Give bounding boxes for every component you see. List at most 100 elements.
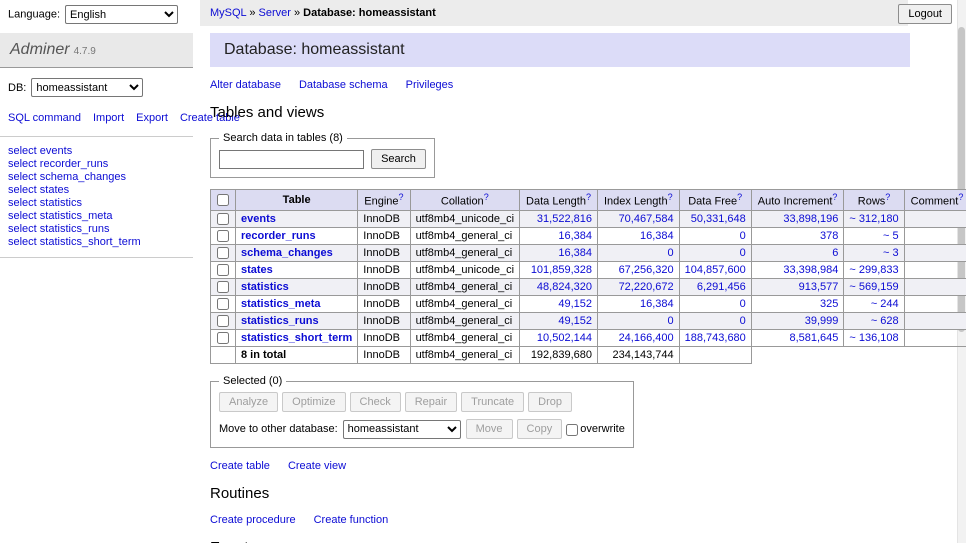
row-checkbox[interactable] [217,281,229,293]
index-length-link[interactable]: 0 [668,247,674,259]
create-table-link[interactable]: Create table [210,460,270,472]
data-free-link[interactable]: 0 [740,247,746,259]
check-all-checkbox[interactable] [217,194,229,206]
data-free-link[interactable]: 0 [740,230,746,242]
data-length-link[interactable]: 31,522,816 [537,213,592,225]
help-link[interactable]: ? [484,192,489,202]
table-name-link[interactable]: schema_changes [241,247,333,259]
sidebar-table-link[interactable]: select statistics_short_term [8,236,185,249]
index-length-link[interactable]: 16,384 [640,230,674,242]
breadcrumb-link-server[interactable]: Server [259,7,291,19]
table-name-link[interactable]: events [241,213,276,225]
language-select[interactable]: English [65,5,178,24]
data-free-link[interactable]: 0 [740,315,746,327]
create-procedure-link[interactable]: Create procedure [210,514,296,526]
data-free-link[interactable]: 6,291,456 [697,281,746,293]
repair-button[interactable]: Repair [405,392,457,412]
index-length-link[interactable]: 70,467,584 [619,213,674,225]
sidebar-action-sql-command[interactable]: SQL command [8,112,81,124]
rows-link[interactable]: ~ 299,833 [849,264,898,276]
index-length-link[interactable]: 67,256,320 [619,264,674,276]
sidebar-table-link[interactable]: select statistics_runs [8,223,185,236]
search-button[interactable]: Search [371,149,426,169]
sidebar-table-link[interactable]: select states [8,184,185,197]
index-length-link[interactable]: 24,166,400 [619,332,674,344]
auto-increment-link[interactable]: 378 [820,230,838,242]
truncate-button[interactable]: Truncate [461,392,524,412]
auto-increment-link[interactable]: 33,898,196 [783,213,838,225]
data-free-link[interactable]: 50,331,648 [691,213,746,225]
sidebar-table-link[interactable]: select statistics_meta [8,210,185,223]
create-function-link[interactable]: Create function [314,514,389,526]
privileges-link[interactable]: Privileges [406,79,454,91]
row-checkbox[interactable] [217,264,229,276]
rows-link[interactable]: ~ 244 [871,298,899,310]
move-button[interactable]: Move [466,419,513,439]
copy-button[interactable]: Copy [517,419,563,439]
row-checkbox[interactable] [217,298,229,310]
sidebar-table-link[interactable]: select schema_changes [8,171,185,184]
help-link[interactable]: ? [399,192,404,202]
check-button[interactable]: Check [350,392,401,412]
row-checkbox[interactable] [217,247,229,259]
row-checkbox[interactable] [217,332,229,344]
rows-link[interactable]: ~ 5 [883,230,899,242]
sidebar-table-link[interactable]: select recorder_runs [8,158,185,171]
breadcrumb-link-mysql[interactable]: MySQL [210,7,246,19]
row-checkbox[interactable] [217,213,229,225]
overwrite-label[interactable]: overwrite [580,423,625,435]
db-select[interactable]: homeassistant [31,78,143,97]
data-free-link[interactable]: 104,857,600 [685,264,746,276]
rows-link[interactable]: ~ 569,159 [849,281,898,293]
auto-increment-link[interactable]: 325 [820,298,838,310]
move-db-select[interactable]: homeassistant [343,420,461,439]
index-length-link[interactable]: 72,220,672 [619,281,674,293]
data-length-link[interactable]: 49,152 [558,298,592,310]
overwrite-checkbox[interactable] [566,424,578,436]
sidebar-table-link[interactable]: select events [8,145,185,158]
table-name-link[interactable]: recorder_runs [241,230,316,242]
analyze-button[interactable]: Analyze [219,392,278,412]
row-checkbox[interactable] [217,230,229,242]
table-name-link[interactable]: statistics_runs [241,315,319,327]
help-link[interactable]: ? [885,192,890,202]
data-length-link[interactable]: 16,384 [558,247,592,259]
auto-increment-link[interactable]: 39,999 [805,315,839,327]
row-checkbox[interactable] [217,315,229,327]
search-input[interactable] [219,150,364,169]
data-length-link[interactable]: 49,152 [558,315,592,327]
sidebar-table-link[interactable]: select statistics [8,197,185,210]
help-link[interactable]: ? [737,192,742,202]
data-length-link[interactable]: 48,824,320 [537,281,592,293]
rows-link[interactable]: ~ 3 [883,247,899,259]
sidebar-action-export[interactable]: Export [136,112,168,124]
rows-link[interactable]: ~ 136,108 [849,332,898,344]
data-length-link[interactable]: 101,859,328 [531,264,592,276]
auto-increment-link[interactable]: 913,577 [799,281,839,293]
logout-button[interactable]: Logout [898,4,952,24]
create-view-link[interactable]: Create view [288,460,346,472]
data-length-link[interactable]: 10,502,144 [537,332,592,344]
help-link[interactable]: ? [832,192,837,202]
table-name-link[interactable]: states [241,264,273,276]
help-link[interactable]: ? [958,192,963,202]
optimize-button[interactable]: Optimize [282,392,345,412]
index-length-link[interactable]: 16,384 [640,298,674,310]
table-name-link[interactable]: statistics [241,281,289,293]
rows-link[interactable]: ~ 312,180 [849,213,898,225]
index-length-link[interactable]: 0 [668,315,674,327]
table-name-link[interactable]: statistics_short_term [241,332,352,344]
data-length-link[interactable]: 16,384 [558,230,592,242]
help-link[interactable]: ? [586,192,591,202]
auto-increment-link[interactable]: 8,581,645 [789,332,838,344]
drop-button[interactable]: Drop [528,392,572,412]
data-free-link[interactable]: 0 [740,298,746,310]
auto-increment-link[interactable]: 6 [832,247,838,259]
table-name-link[interactable]: statistics_meta [241,298,321,310]
auto-increment-link[interactable]: 33,398,984 [783,264,838,276]
sidebar-action-import[interactable]: Import [93,112,124,124]
rows-link[interactable]: ~ 628 [871,315,899,327]
help-link[interactable]: ? [668,192,673,202]
alter-database-link[interactable]: Alter database [210,79,281,91]
data-free-link[interactable]: 188,743,680 [685,332,746,344]
